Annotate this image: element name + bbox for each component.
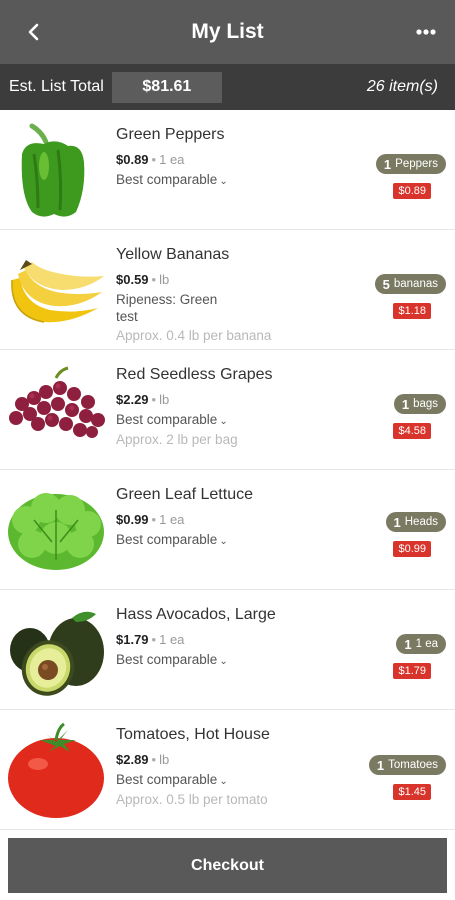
page-title: My List [191, 20, 264, 43]
approx-weight: Approx. 2 lb per bag [116, 432, 238, 447]
item-price: $1.79 [116, 632, 149, 647]
list-item[interactable]: Hass Avocados, Large $1.79 • 1 ea Best com… [0, 590, 455, 710]
substitution-label: Best comparable [116, 412, 218, 427]
quantity-unit: Tomatoes [388, 759, 438, 771]
approx-weight: Approx. 0.5 lb per tomato [116, 792, 268, 807]
substitution-label: Best comparable [116, 532, 218, 547]
checkout-button[interactable]: Checkout [8, 838, 447, 893]
line-total: $4.58 [393, 423, 431, 439]
quantity-value: 5 [382, 276, 390, 292]
substitution-dropdown[interactable]: Best comparable ⌄ [116, 412, 228, 427]
separator: • [151, 272, 157, 287]
tomato-image [8, 722, 104, 818]
item-price: $2.29 [116, 392, 149, 407]
list-item[interactable]: Green Leaf Lettuce $0.99 • 1 ea Best compa… [0, 470, 455, 590]
list-total-bar: Est. List Total $81.61 26 item(s) [0, 64, 455, 110]
shopping-list[interactable]: Green Peppers $0.89 • 1 ea Best comparable… [0, 110, 455, 832]
banana-image [11, 260, 104, 323]
chevron-down-icon: ⌄ [219, 416, 228, 427]
list-item[interactable]: Yellow Bananas $0.59 • lb Ripeness: Green … [0, 230, 455, 350]
chevron-down-icon: ⌄ [219, 176, 228, 187]
item-name: Hass Avocados, Large [116, 606, 276, 623]
line-total: $0.99 [393, 541, 431, 557]
quantity-badge[interactable]: 5 bananas [374, 274, 446, 294]
line-total: $0.89 [393, 183, 431, 199]
item-name: Tomatoes, Hot House [116, 726, 270, 743]
quantity-badge[interactable]: 11 ea [396, 634, 446, 654]
back-chevron-icon[interactable] [20, 18, 48, 46]
list-item[interactable]: Red Seedless Grapes $2.29 • lb Best compar… [0, 350, 455, 470]
more-dots-icon[interactable] [411, 18, 441, 46]
approx-weight: Approx. 0.4 lb per banana [116, 328, 272, 343]
quantity-badge[interactable]: 1 Tomatoes [368, 755, 446, 775]
item-name: Green Leaf Lettuce [116, 486, 253, 503]
substitution-dropdown[interactable]: Best comparable ⌄ [116, 652, 228, 667]
substitution-label: Best comparable [116, 772, 218, 787]
quantity-value: 1 [393, 514, 401, 530]
separator: • [151, 512, 157, 527]
item-name: Green Peppers [116, 126, 225, 143]
list-item[interactable]: Tomatoes, Hot House $2.89 • lb Best compar… [0, 710, 455, 830]
separator: • [151, 632, 157, 647]
item-note: test [116, 309, 138, 324]
quantity-unit: bananas [393, 278, 438, 290]
item-price-line: $0.89 • 1 ea [116, 152, 184, 167]
line-total: $1.79 [393, 663, 431, 679]
quantity-value: 1 [401, 396, 410, 412]
item-unit: lb [159, 392, 170, 407]
item-price-line: $2.29 • lb [116, 392, 169, 407]
item-price: $0.99 [116, 512, 149, 527]
quantity-value: 1 [404, 636, 412, 652]
quantity-value: 1 [376, 757, 385, 773]
substitution-dropdown[interactable]: Best comparable ⌄ [116, 532, 228, 547]
item-unit: 1 ea [159, 632, 185, 647]
item-price-line: $1.79 • 1 ea [116, 632, 184, 647]
item-unit: lb [159, 272, 170, 287]
item-unit: 1 ea [159, 152, 185, 167]
quantity-badge[interactable]: 1 Peppers [375, 154, 446, 174]
chevron-down-icon: ⌄ [219, 656, 228, 667]
quantity-badge[interactable]: 1 Heads [385, 512, 446, 532]
substitution-dropdown[interactable]: Best comparable ⌄ [116, 172, 228, 187]
item-price-line: $2.89 • lb [116, 752, 169, 767]
total-amount: $81.61 [111, 71, 222, 103]
separator: • [151, 752, 157, 767]
item-name: Red Seedless Grapes [116, 366, 273, 383]
grapes-image [9, 366, 105, 438]
green-pepper-image [21, 123, 85, 217]
separator: • [151, 152, 157, 167]
total-label: Est. List Total [9, 78, 104, 95]
item-unit: lb [159, 752, 170, 767]
quantity-unit: 1 ea [415, 638, 438, 650]
chevron-down-icon: ⌄ [219, 776, 228, 787]
lettuce-image [8, 493, 104, 570]
substitution-label: Best comparable [116, 172, 218, 187]
quantity-unit: bags [413, 398, 438, 410]
item-price: $0.59 [116, 272, 149, 287]
item-price: $2.89 [116, 752, 149, 767]
quantity-badge[interactable]: 1 bags [393, 394, 446, 414]
ripeness-note: Ripeness: Green [116, 292, 218, 307]
list-item[interactable]: Green Peppers $0.89 • 1 ea Best comparable… [0, 110, 455, 230]
quantity-unit: Peppers [395, 158, 438, 170]
item-price: $0.89 [116, 152, 149, 167]
chevron-down-icon: ⌄ [219, 536, 228, 547]
quantity-unit: Heads [404, 516, 438, 528]
line-total: $1.18 [393, 303, 431, 319]
top-bar: My List [0, 0, 455, 64]
substitution-label: Best comparable [116, 652, 218, 667]
line-total: $1.45 [393, 784, 431, 800]
quantity-value: 1 [383, 156, 392, 172]
item-price-line: $0.59 • lb [116, 272, 169, 287]
item-price-line: $0.99 • 1 ea [116, 512, 184, 527]
item-name: Yellow Bananas [116, 246, 230, 263]
avocado-image [10, 611, 104, 696]
item-unit: 1 ea [159, 512, 185, 527]
item-count: 26 item(s) [366, 78, 438, 95]
separator: • [151, 392, 157, 407]
substitution-dropdown[interactable]: Best comparable ⌄ [116, 772, 228, 787]
